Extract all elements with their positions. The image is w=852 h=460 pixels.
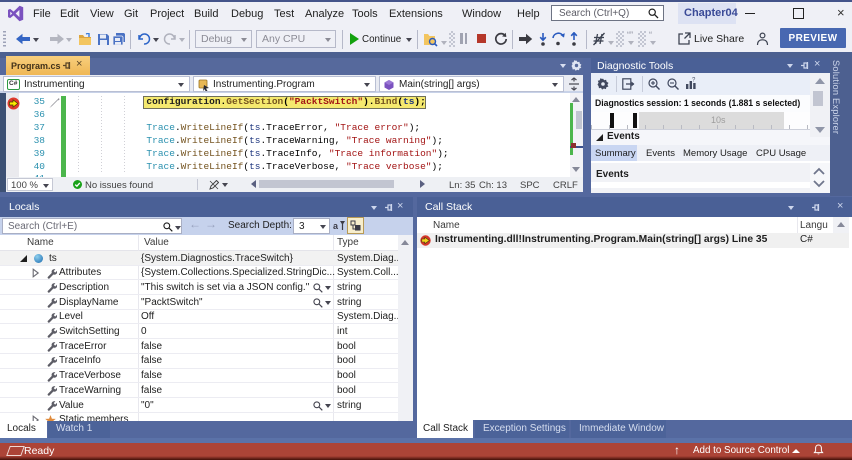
- svg-text:a: a: [333, 221, 339, 231]
- svg-text:?: ?: [692, 78, 696, 84]
